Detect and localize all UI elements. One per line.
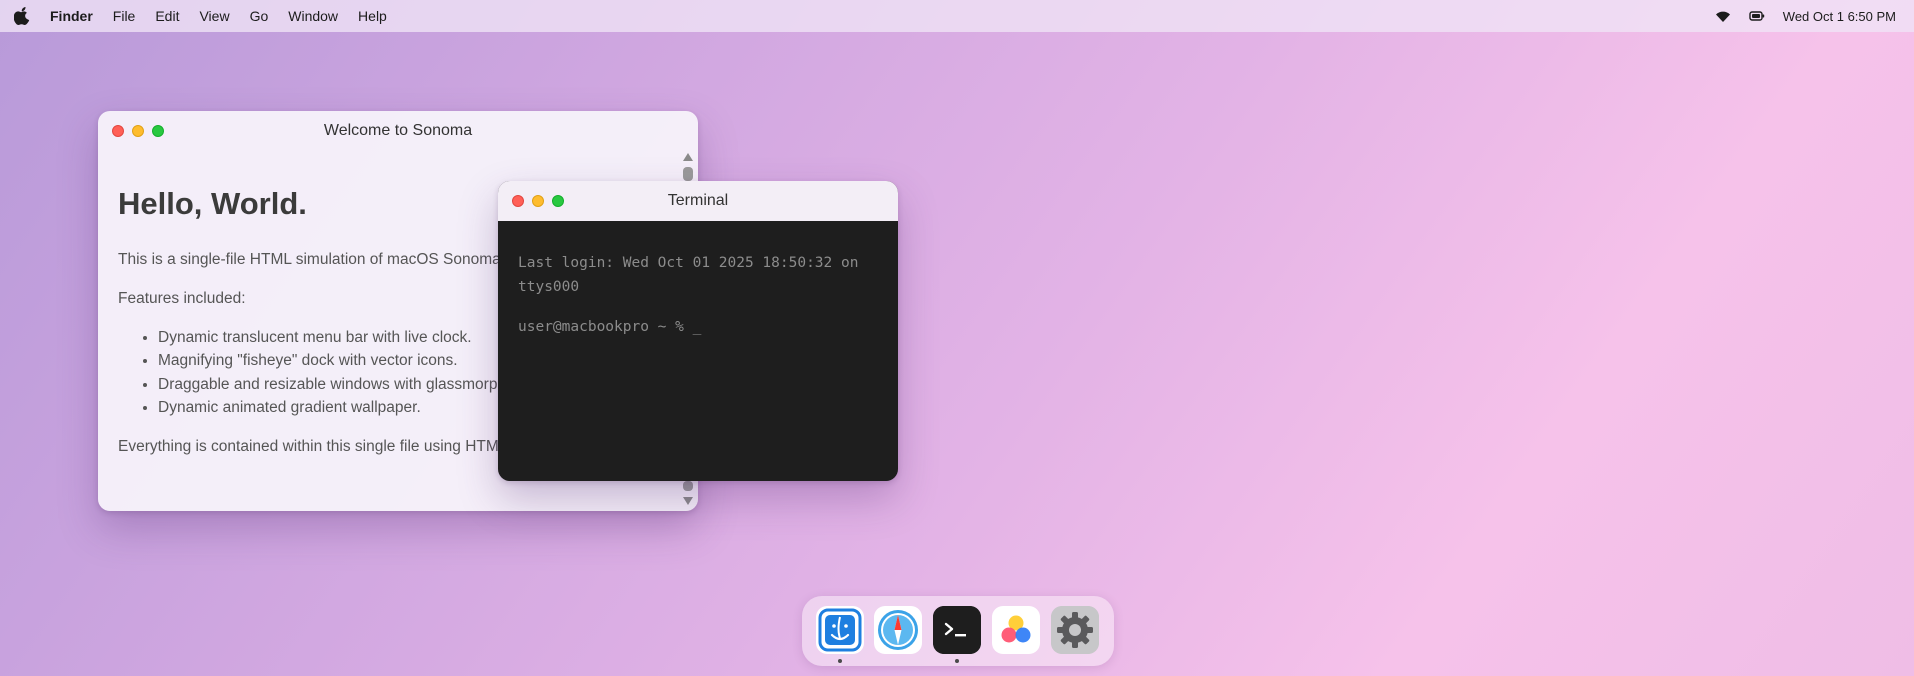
apple-logo-icon[interactable] [12,6,32,26]
dock [802,596,1114,666]
window-title: Terminal [667,192,729,209]
window-title: Welcome to Sonoma [323,122,473,139]
terminal-last-login: Last login: Wed Oct 01 2025 18:50:32 on … [518,255,859,295]
menu-bar-status: Wed Oct 1 6:50 PM [1715,0,1896,32]
menu-edit[interactable]: Edit [145,0,189,32]
menu-bar: Finder File Edit View Go Window Help Wed… [0,0,1914,32]
menu-view[interactable]: View [189,0,239,32]
menu-help[interactable]: Help [348,0,397,32]
settings-gear-icon[interactable] [1051,606,1099,654]
wifi-icon[interactable] [1715,10,1731,22]
running-indicator [838,659,842,663]
menu-bar-clock[interactable]: Wed Oct 1 6:50 PM [1783,9,1896,24]
terminal-prompt[interactable]: user@macbookpro ~ % _ [518,315,878,339]
battery-icon[interactable] [1749,10,1765,22]
terminal-output[interactable]: Last login: Wed Oct 01 2025 18:50:32 on … [498,221,898,339]
maximize-button[interactable] [552,195,564,207]
close-button[interactable] [112,125,124,137]
terminal-icon[interactable] [933,606,981,654]
safari-compass-icon[interactable] [874,606,922,654]
maximize-button[interactable] [152,125,164,137]
menu-app-finder[interactable]: Finder [46,0,103,32]
terminal-window[interactable]: Terminal Last login: Wed Oct 01 2025 18:… [498,181,898,481]
photos-icon[interactable] [992,606,1040,654]
close-button[interactable] [512,195,524,207]
scrollbar-thumb-lower[interactable] [683,481,693,491]
finder-icon[interactable] [816,606,864,654]
window-controls [112,125,164,137]
welcome-window-titlebar[interactable]: Welcome to Sonoma [98,111,698,151]
menu-bar-left: Finder File Edit View Go Window Help [0,0,397,32]
menu-go[interactable]: Go [240,0,279,32]
minimize-button[interactable] [132,125,144,137]
minimize-button[interactable] [532,195,544,207]
scroll-up-arrow-icon[interactable] [683,153,693,161]
menu-file[interactable]: File [103,0,146,32]
scroll-down-arrow-icon[interactable] [683,497,693,505]
menu-window[interactable]: Window [278,0,348,32]
running-indicator [955,659,959,663]
terminal-window-titlebar[interactable]: Terminal [498,181,898,221]
window-controls [512,195,564,207]
scrollbar-thumb[interactable] [683,167,693,181]
